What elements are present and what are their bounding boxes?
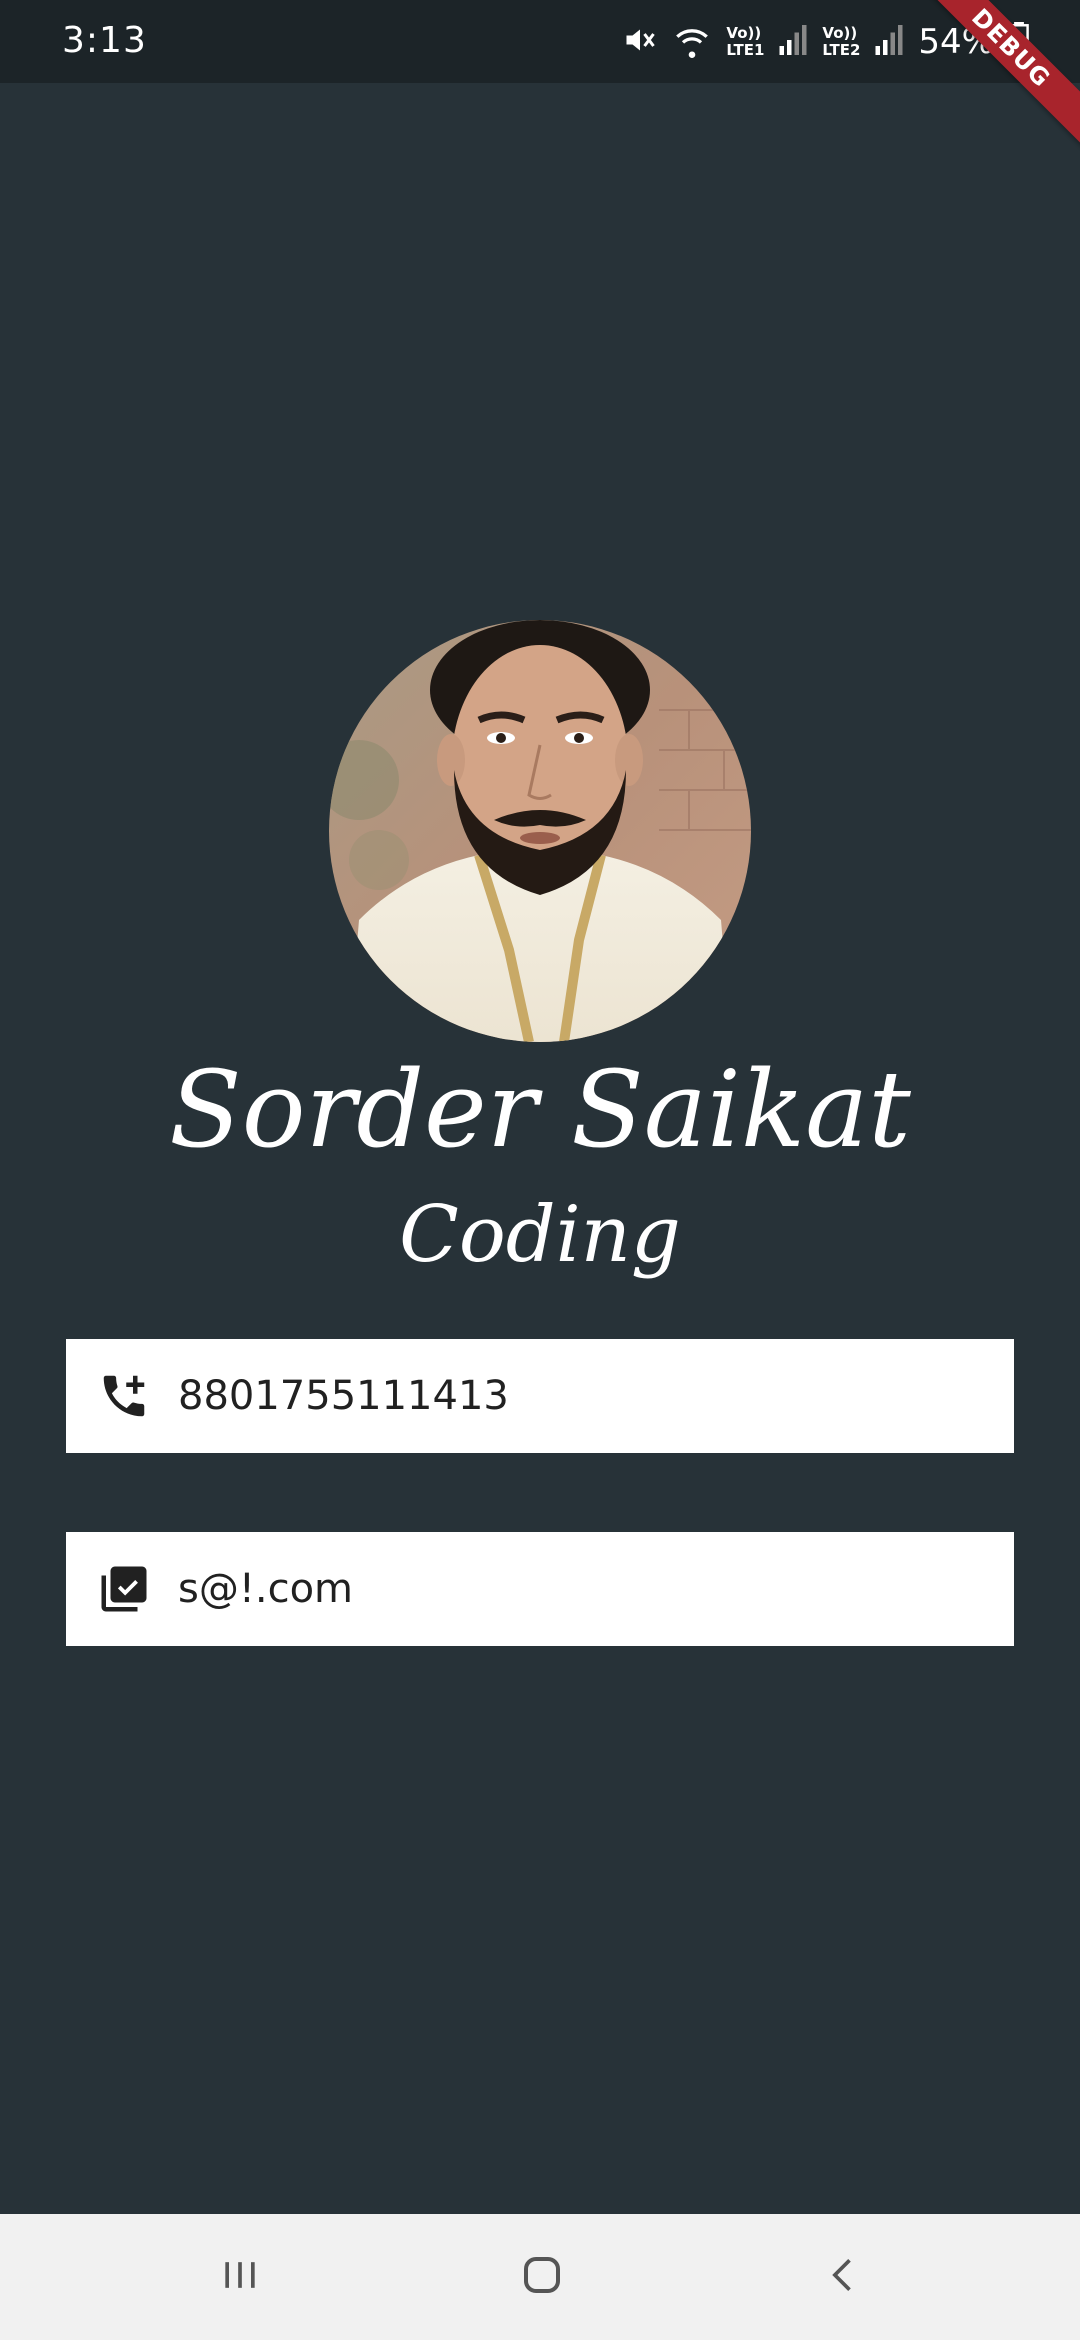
profile-role: Coding [399, 1190, 681, 1280]
home-icon [518, 2251, 566, 2303]
mute-icon [622, 22, 658, 62]
status-time: 3:13 [62, 20, 147, 61]
add-call-icon [96, 1368, 152, 1424]
phone-card[interactable]: 8801755111413 [66, 1339, 1014, 1453]
network-2-label: Vo)) LTE2 [822, 24, 861, 59]
home-button[interactable] [502, 2237, 582, 2317]
signal-1-icon [778, 22, 808, 62]
library-add-check-icon [96, 1561, 152, 1617]
profile-name: Sorder Saikat [169, 1048, 911, 1171]
status-bar: 3:13 Vo)) LTE1 Vo)) LTE2 54% DEBUG [0, 0, 1080, 150]
back-button[interactable] [804, 2237, 884, 2317]
back-icon [822, 2253, 866, 2301]
wifi-icon [672, 22, 712, 62]
recents-button[interactable] [200, 2237, 280, 2317]
email-card[interactable]: s@!.com [66, 1532, 1014, 1646]
recents-icon [218, 2253, 262, 2301]
avatar [329, 620, 751, 1042]
navigation-bar [0, 2214, 1080, 2340]
email-address: s@!.com [178, 1566, 354, 1612]
phone-number: 8801755111413 [178, 1373, 509, 1419]
network-1-label: Vo)) LTE1 [726, 24, 765, 59]
signal-2-icon [874, 22, 904, 62]
